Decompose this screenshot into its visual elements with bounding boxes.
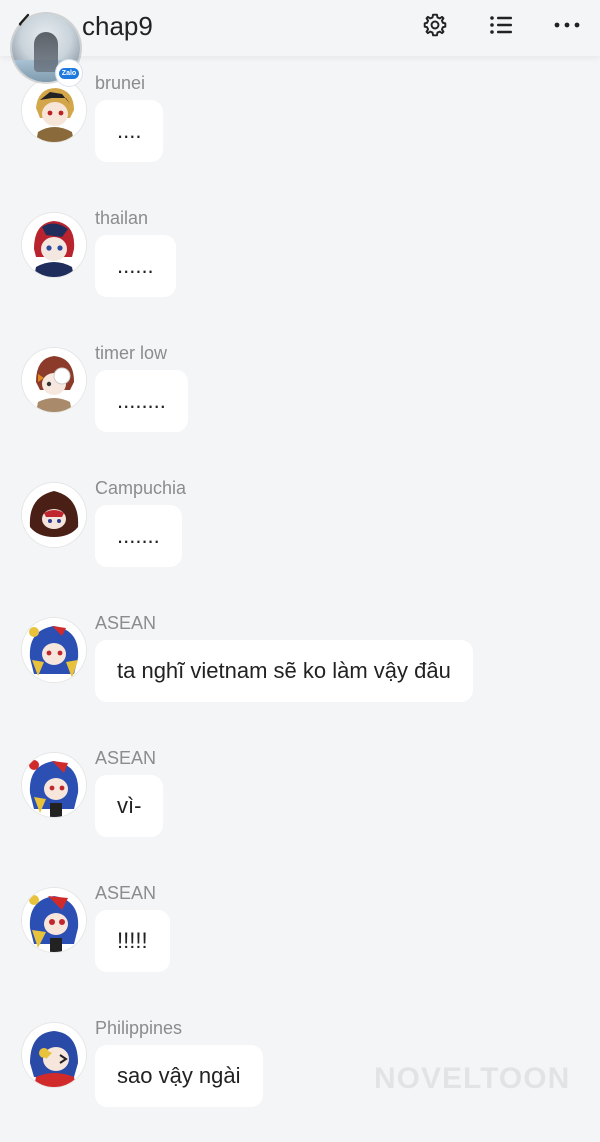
sender-name: thailan xyxy=(95,208,149,228)
list-icon xyxy=(490,16,512,34)
message-item: timer low ........ xyxy=(0,342,600,467)
message-item: thailan ...... xyxy=(0,207,600,332)
sender-name: Philippines xyxy=(95,1018,183,1038)
message-bubble[interactable]: .... xyxy=(95,100,164,162)
more-button[interactable] xyxy=(552,10,582,40)
character-avatar-icon xyxy=(22,1023,86,1087)
list-button[interactable] xyxy=(486,10,516,40)
message-bubble[interactable]: !!!!! xyxy=(95,910,170,972)
avatar[interactable] xyxy=(22,213,86,277)
sender-name: timer low xyxy=(95,343,168,363)
avatar[interactable] xyxy=(22,888,86,952)
settings-button[interactable] xyxy=(420,10,450,40)
message-bubble[interactable]: vì- xyxy=(95,775,164,837)
message-item: ASEAN vì- xyxy=(0,747,600,872)
chat-title: chap9 xyxy=(82,11,153,41)
avatar[interactable] xyxy=(22,1023,86,1087)
message-item: ASEAN !!!!! xyxy=(0,882,600,1007)
message-item: brunei .... xyxy=(0,72,600,197)
character-avatar-icon xyxy=(22,753,86,817)
sender-name: ASEAN xyxy=(95,748,157,768)
avatar[interactable] xyxy=(22,753,86,817)
avatar[interactable] xyxy=(22,78,86,142)
message-item: Campuchia ....... xyxy=(0,477,600,602)
message-bubble[interactable]: ....... xyxy=(95,505,182,567)
message-bubble[interactable]: ta nghĩ vietnam sẽ ko làm vậy đâu xyxy=(95,640,473,702)
message-item: ASEAN ta nghĩ vietnam sẽ ko làm vậy đâu xyxy=(0,612,600,737)
zalo-badge-label: Zalo xyxy=(58,67,80,79)
character-avatar-icon xyxy=(22,348,86,412)
sender-name: ASEAN xyxy=(95,883,157,903)
sender-name: brunei xyxy=(95,73,146,93)
avatar[interactable] xyxy=(22,483,86,547)
top-bar: chap9 xyxy=(0,0,600,56)
message-bubble[interactable]: ...... xyxy=(95,235,176,297)
character-avatar-icon xyxy=(22,888,86,952)
avatar[interactable] xyxy=(22,618,86,682)
watermark: NOVELTOON xyxy=(374,1062,571,1095)
sender-name: Campuchia xyxy=(95,478,187,498)
message-bubble[interactable]: ........ xyxy=(95,370,188,432)
character-avatar-icon xyxy=(22,483,86,547)
more-horizontal-icon xyxy=(554,22,580,28)
zalo-badge: Zalo xyxy=(56,60,82,86)
gear-icon xyxy=(423,13,447,37)
character-avatar-icon xyxy=(22,618,86,682)
avatar[interactable] xyxy=(22,348,86,412)
message-bubble[interactable]: sao vậy ngài xyxy=(95,1045,263,1107)
character-avatar-icon xyxy=(22,213,86,277)
sender-name: ASEAN xyxy=(95,613,157,633)
character-avatar-icon xyxy=(22,78,86,142)
